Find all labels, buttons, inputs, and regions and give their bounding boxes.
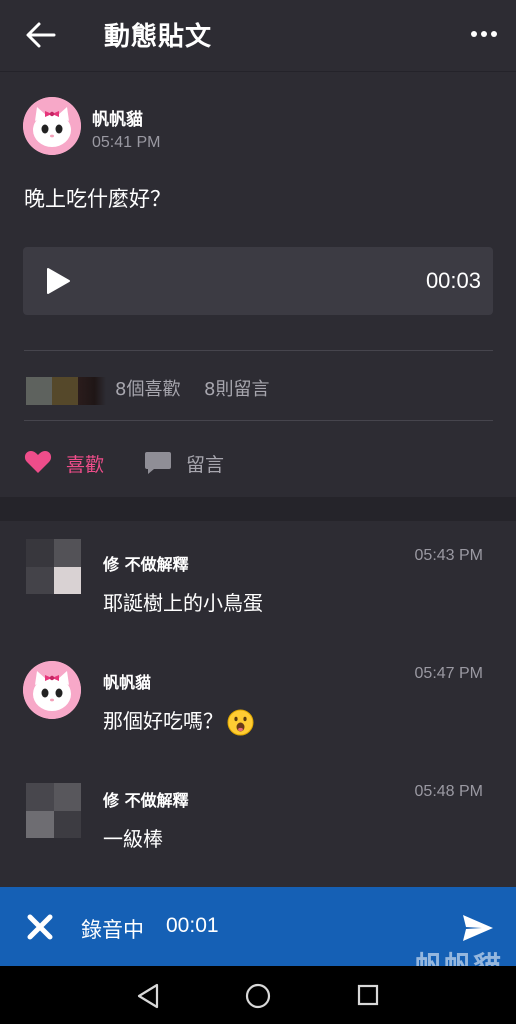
liker-avatar	[52, 377, 80, 405]
more-horizontal-icon[interactable]	[470, 22, 498, 46]
comment-author[interactable]: 修 不做解釋	[103, 551, 189, 575]
recording-timer: 00:01	[166, 914, 219, 937]
comment-button[interactable]: 留言	[144, 445, 234, 479]
play-icon[interactable]	[45, 267, 71, 295]
drooling-face-icon	[227, 709, 254, 736]
page-title: 動態貼文	[104, 22, 213, 52]
commenter-avatar[interactable]	[26, 539, 81, 594]
comment-author[interactable]: 修 不做解釋	[103, 787, 189, 811]
comment-text: 那個好吃嗎？	[103, 705, 254, 736]
likes-count[interactable]: 8個喜歡	[115, 375, 180, 401]
close-icon[interactable]	[26, 913, 54, 941]
audio-duration: 00:03	[425, 268, 481, 293]
commenter-avatar[interactable]	[26, 783, 81, 838]
comment-text: 一級棒	[103, 827, 163, 851]
recording-bar: 錄音中 00:01 帆帆貓	[0, 887, 516, 983]
system-nav-bar	[0, 966, 516, 1024]
chat-bubble-icon	[145, 452, 171, 474]
comment-text-content: 那個好吃嗎？	[103, 709, 223, 733]
comment-time: 05:48 PM	[414, 783, 483, 800]
comment-time: 05:47 PM	[414, 665, 483, 682]
cat-avatar-icon	[23, 661, 81, 719]
recording-status: 錄音中	[81, 918, 144, 942]
arrow-left-icon[interactable]	[24, 18, 58, 52]
author-avatar[interactable]	[23, 97, 81, 155]
post-author-name[interactable]: 帆帆貓	[92, 105, 143, 130]
post-text: 晚上吃什麼好？	[24, 187, 171, 211]
send-icon[interactable]	[462, 913, 494, 943]
comment-label: 留言	[186, 454, 225, 476]
like-button[interactable]: 喜歡	[24, 445, 114, 479]
section-divider	[0, 497, 516, 521]
app-bar: 動態貼文	[0, 0, 516, 72]
nav-home-icon[interactable]	[245, 983, 271, 1009]
comment-text: 耶誕樹上的小鳥蛋	[103, 591, 263, 615]
comment-item: 修 不做解釋 05:43 PM 耶誕樹上的小鳥蛋	[0, 521, 516, 631]
like-label: 喜歡	[66, 454, 105, 476]
comment-author[interactable]: 帆帆貓	[103, 669, 151, 693]
heart-icon	[24, 451, 52, 473]
liker-avatar	[26, 377, 54, 405]
post-timestamp: 05:41 PM	[92, 134, 161, 151]
comments-count[interactable]: 8則留言	[204, 375, 269, 401]
nav-recents-icon[interactable]	[357, 984, 379, 1006]
comment-item: 帆帆貓 05:47 PM 那個好吃嗎？	[0, 639, 516, 749]
liker-avatars[interactable]	[26, 377, 106, 405]
divider	[24, 350, 493, 351]
comment-list: 修 不做解釋 05:43 PM 耶誕樹上的小鳥蛋 帆帆貓 05:47 PM 那個…	[0, 521, 516, 887]
liker-avatar	[78, 377, 106, 405]
commenter-avatar[interactable]	[23, 661, 81, 719]
audio-player[interactable]: 00:03	[23, 247, 493, 315]
comment-item: 修 不做解釋 05:48 PM 一級棒	[0, 757, 516, 867]
nav-back-icon[interactable]	[136, 983, 160, 1009]
comment-time: 05:43 PM	[414, 547, 483, 564]
divider	[24, 420, 493, 421]
post-card: 帆帆貓 05:41 PM 晚上吃什麼好？ 00:03 8個喜歡 8則留言 喜歡 …	[0, 72, 516, 497]
cat-avatar-icon	[23, 97, 81, 155]
